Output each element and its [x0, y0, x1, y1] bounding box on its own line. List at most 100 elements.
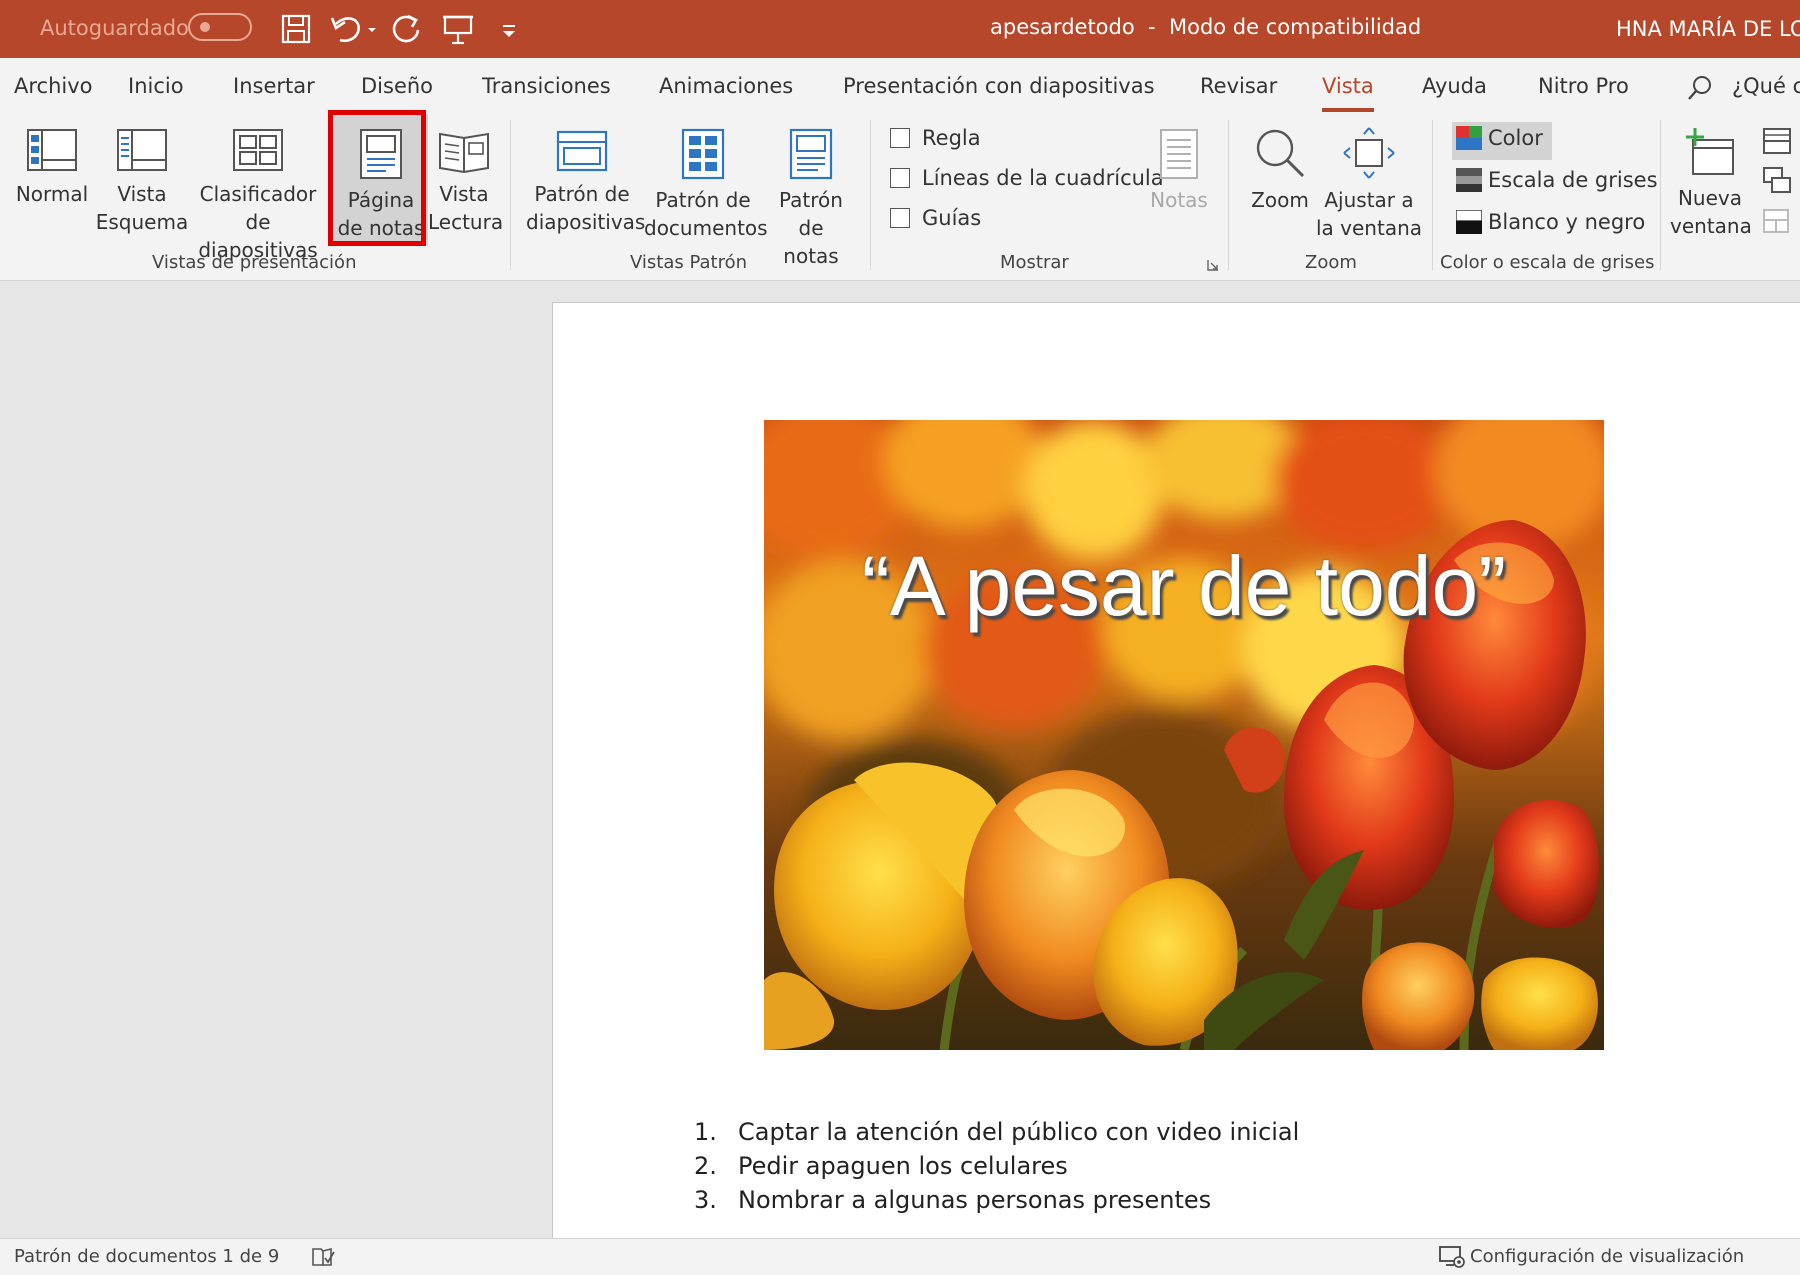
slide-sorter-button[interactable]: Clasificador de diapositivas	[190, 128, 326, 264]
notes-label: Notas	[1150, 188, 1208, 212]
zoom-button[interactable]: Zoom	[1244, 126, 1316, 214]
document-title: apesardetodo - Modo de compatibilidad	[990, 15, 1422, 39]
notes-button[interactable]: Notas	[1146, 128, 1212, 214]
list-item-number: 1.	[694, 1118, 717, 1146]
tab-revisar[interactable]: Revisar	[1200, 74, 1277, 98]
user-name[interactable]: HNA MARÍA DE LOS	[1616, 17, 1800, 41]
autosave-toggle[interactable]	[188, 13, 252, 41]
normal-view-button[interactable]: Normal	[10, 128, 94, 208]
tab-diseno[interactable]: Diseño	[361, 74, 433, 98]
outline-label-1: Vista	[117, 182, 167, 206]
zoom-label: Zoom	[1251, 188, 1309, 212]
spelling-check-icon[interactable]	[310, 1246, 336, 1268]
ruler-checkbox[interactable]: Regla	[890, 126, 981, 150]
tab-ayuda[interactable]: Ayuda	[1422, 74, 1487, 98]
group-separator	[1432, 120, 1433, 270]
slide-master-button[interactable]: Patrón de diapositivas	[526, 128, 645, 236]
gridlines-checkbox[interactable]: Líneas de la cuadrícula	[890, 166, 1164, 190]
outline-label-2: Esquema	[95, 210, 189, 234]
black-white-button[interactable]: Blanco y negro	[1456, 210, 1645, 234]
grayscale-swatch-icon	[1456, 168, 1482, 192]
gridlines-label: Líneas de la cuadrícula	[922, 166, 1164, 190]
new-window-label-1: Nueva	[1677, 186, 1743, 210]
present-icon[interactable]	[440, 12, 476, 46]
guides-checkbox-box[interactable]	[890, 208, 910, 228]
arrange-all-icon[interactable]	[1762, 126, 1792, 156]
tab-vista[interactable]: Vista	[1322, 74, 1374, 112]
reading-view-button[interactable]: Vista Lectura	[428, 128, 504, 236]
highlight-box	[328, 110, 426, 246]
ribbon: Normal Vista Esquema Clasificador de dia…	[0, 110, 1800, 281]
slide-master-label-1: Patrón de	[534, 182, 630, 206]
tulips-image	[764, 420, 1604, 1050]
tab-insertar[interactable]: Insertar	[233, 74, 315, 98]
notes-master-button[interactable]: Patrón de notas	[768, 128, 854, 270]
black-white-label: Blanco y negro	[1488, 210, 1646, 234]
group-separator	[870, 120, 871, 270]
normal-view-icon	[27, 129, 77, 171]
fit-to-window-icon	[1343, 127, 1395, 179]
list-item-text: Nombrar a algunas personas presentes	[738, 1186, 1212, 1214]
reading-label-2: Lectura	[428, 210, 504, 234]
ruler-checkbox-box[interactable]	[890, 128, 910, 148]
group-label-vistas-presentacion: Vistas de presentación	[152, 252, 357, 273]
dialog-launcher-icon[interactable]	[1206, 258, 1220, 272]
grayscale-label: Escala de grises	[1488, 168, 1658, 192]
tab-inicio[interactable]: Inicio	[128, 74, 184, 98]
undo-icon[interactable]	[328, 12, 378, 46]
notes-master-icon	[789, 128, 833, 180]
save-icon[interactable]	[278, 12, 314, 46]
slide-sorter-icon	[233, 129, 283, 171]
tab-presentacion[interactable]: Presentación con diapositivas	[843, 74, 1155, 98]
tab-nitro-pro[interactable]: Nitro Pro	[1538, 74, 1629, 98]
tab-transiciones[interactable]: Transiciones	[482, 74, 611, 98]
new-window-label-2: ventana	[1670, 214, 1752, 238]
group-separator	[510, 120, 511, 270]
redo-icon[interactable]	[388, 12, 424, 46]
color-button[interactable]: Color	[1456, 126, 1543, 150]
zoom-icon	[1256, 129, 1305, 178]
notes-master-label-1: Patrón	[779, 188, 843, 212]
group-separator	[1660, 120, 1661, 270]
ruler-label: Regla	[922, 126, 981, 150]
new-window-icon	[1686, 128, 1734, 175]
grayscale-button[interactable]: Escala de grises	[1456, 168, 1658, 192]
tell-me-search[interactable]: ¿Qué c	[1732, 74, 1800, 98]
slide-master-icon	[556, 130, 608, 172]
title-bar: Autoguardado apesardetodo - Modo de comp…	[0, 0, 1800, 58]
slide-title: “A pesar de todo”	[861, 539, 1507, 633]
group-label-mostrar: Mostrar	[1000, 252, 1069, 273]
handout-master-label-2: documentos	[644, 216, 768, 240]
search-icon[interactable]	[1686, 74, 1714, 102]
ribbon-tabs: Archivo Inicio Insertar Diseño Transicio…	[0, 58, 1800, 114]
notes-master-label-2: de notas	[783, 216, 839, 268]
display-settings-icon[interactable]	[1438, 1245, 1466, 1269]
color-label: Color	[1488, 126, 1543, 150]
slide-master-label-2: diapositivas	[526, 210, 646, 234]
reading-view-icon	[439, 132, 489, 174]
reading-label-1: Vista	[439, 182, 489, 206]
handout-master-label-1: Patrón de	[655, 188, 751, 212]
guides-checkbox[interactable]: Guías	[890, 206, 981, 230]
handout-master-button[interactable]: Patrón de documentos	[644, 128, 768, 242]
slide-sorter-label-1: Clasificador	[199, 182, 317, 206]
tab-archivo[interactable]: Archivo	[14, 74, 93, 98]
customize-toolbar-icon[interactable]	[496, 12, 522, 46]
group-label-color: Color o escala de grises	[1440, 252, 1655, 273]
new-window-button[interactable]: Nueva ventana	[1670, 126, 1752, 240]
group-label-zoom: Zoom	[1305, 252, 1357, 273]
gridlines-checkbox-box[interactable]	[890, 168, 910, 188]
black-white-swatch-icon	[1456, 210, 1482, 234]
list-item-number: 3.	[694, 1186, 717, 1214]
status-bar: Patrón de documentos 1 de 9 Configuració…	[0, 1238, 1800, 1275]
display-settings-label[interactable]: Configuración de visualización	[1470, 1246, 1744, 1267]
outline-view-button[interactable]: Vista Esquema	[94, 128, 190, 236]
fit-label-1: Ajustar a	[1324, 188, 1414, 212]
fit-label-2: la ventana	[1316, 216, 1423, 240]
tab-animaciones[interactable]: Animaciones	[659, 74, 793, 98]
cascade-icon[interactable]	[1762, 166, 1792, 196]
slide-thumbnail[interactable]: “A pesar de todo”	[764, 420, 1604, 1050]
move-split-icon[interactable]	[1762, 206, 1792, 236]
fit-to-window-button[interactable]: Ajustar a la ventana	[1316, 126, 1422, 242]
handout-master-icon	[681, 128, 725, 180]
